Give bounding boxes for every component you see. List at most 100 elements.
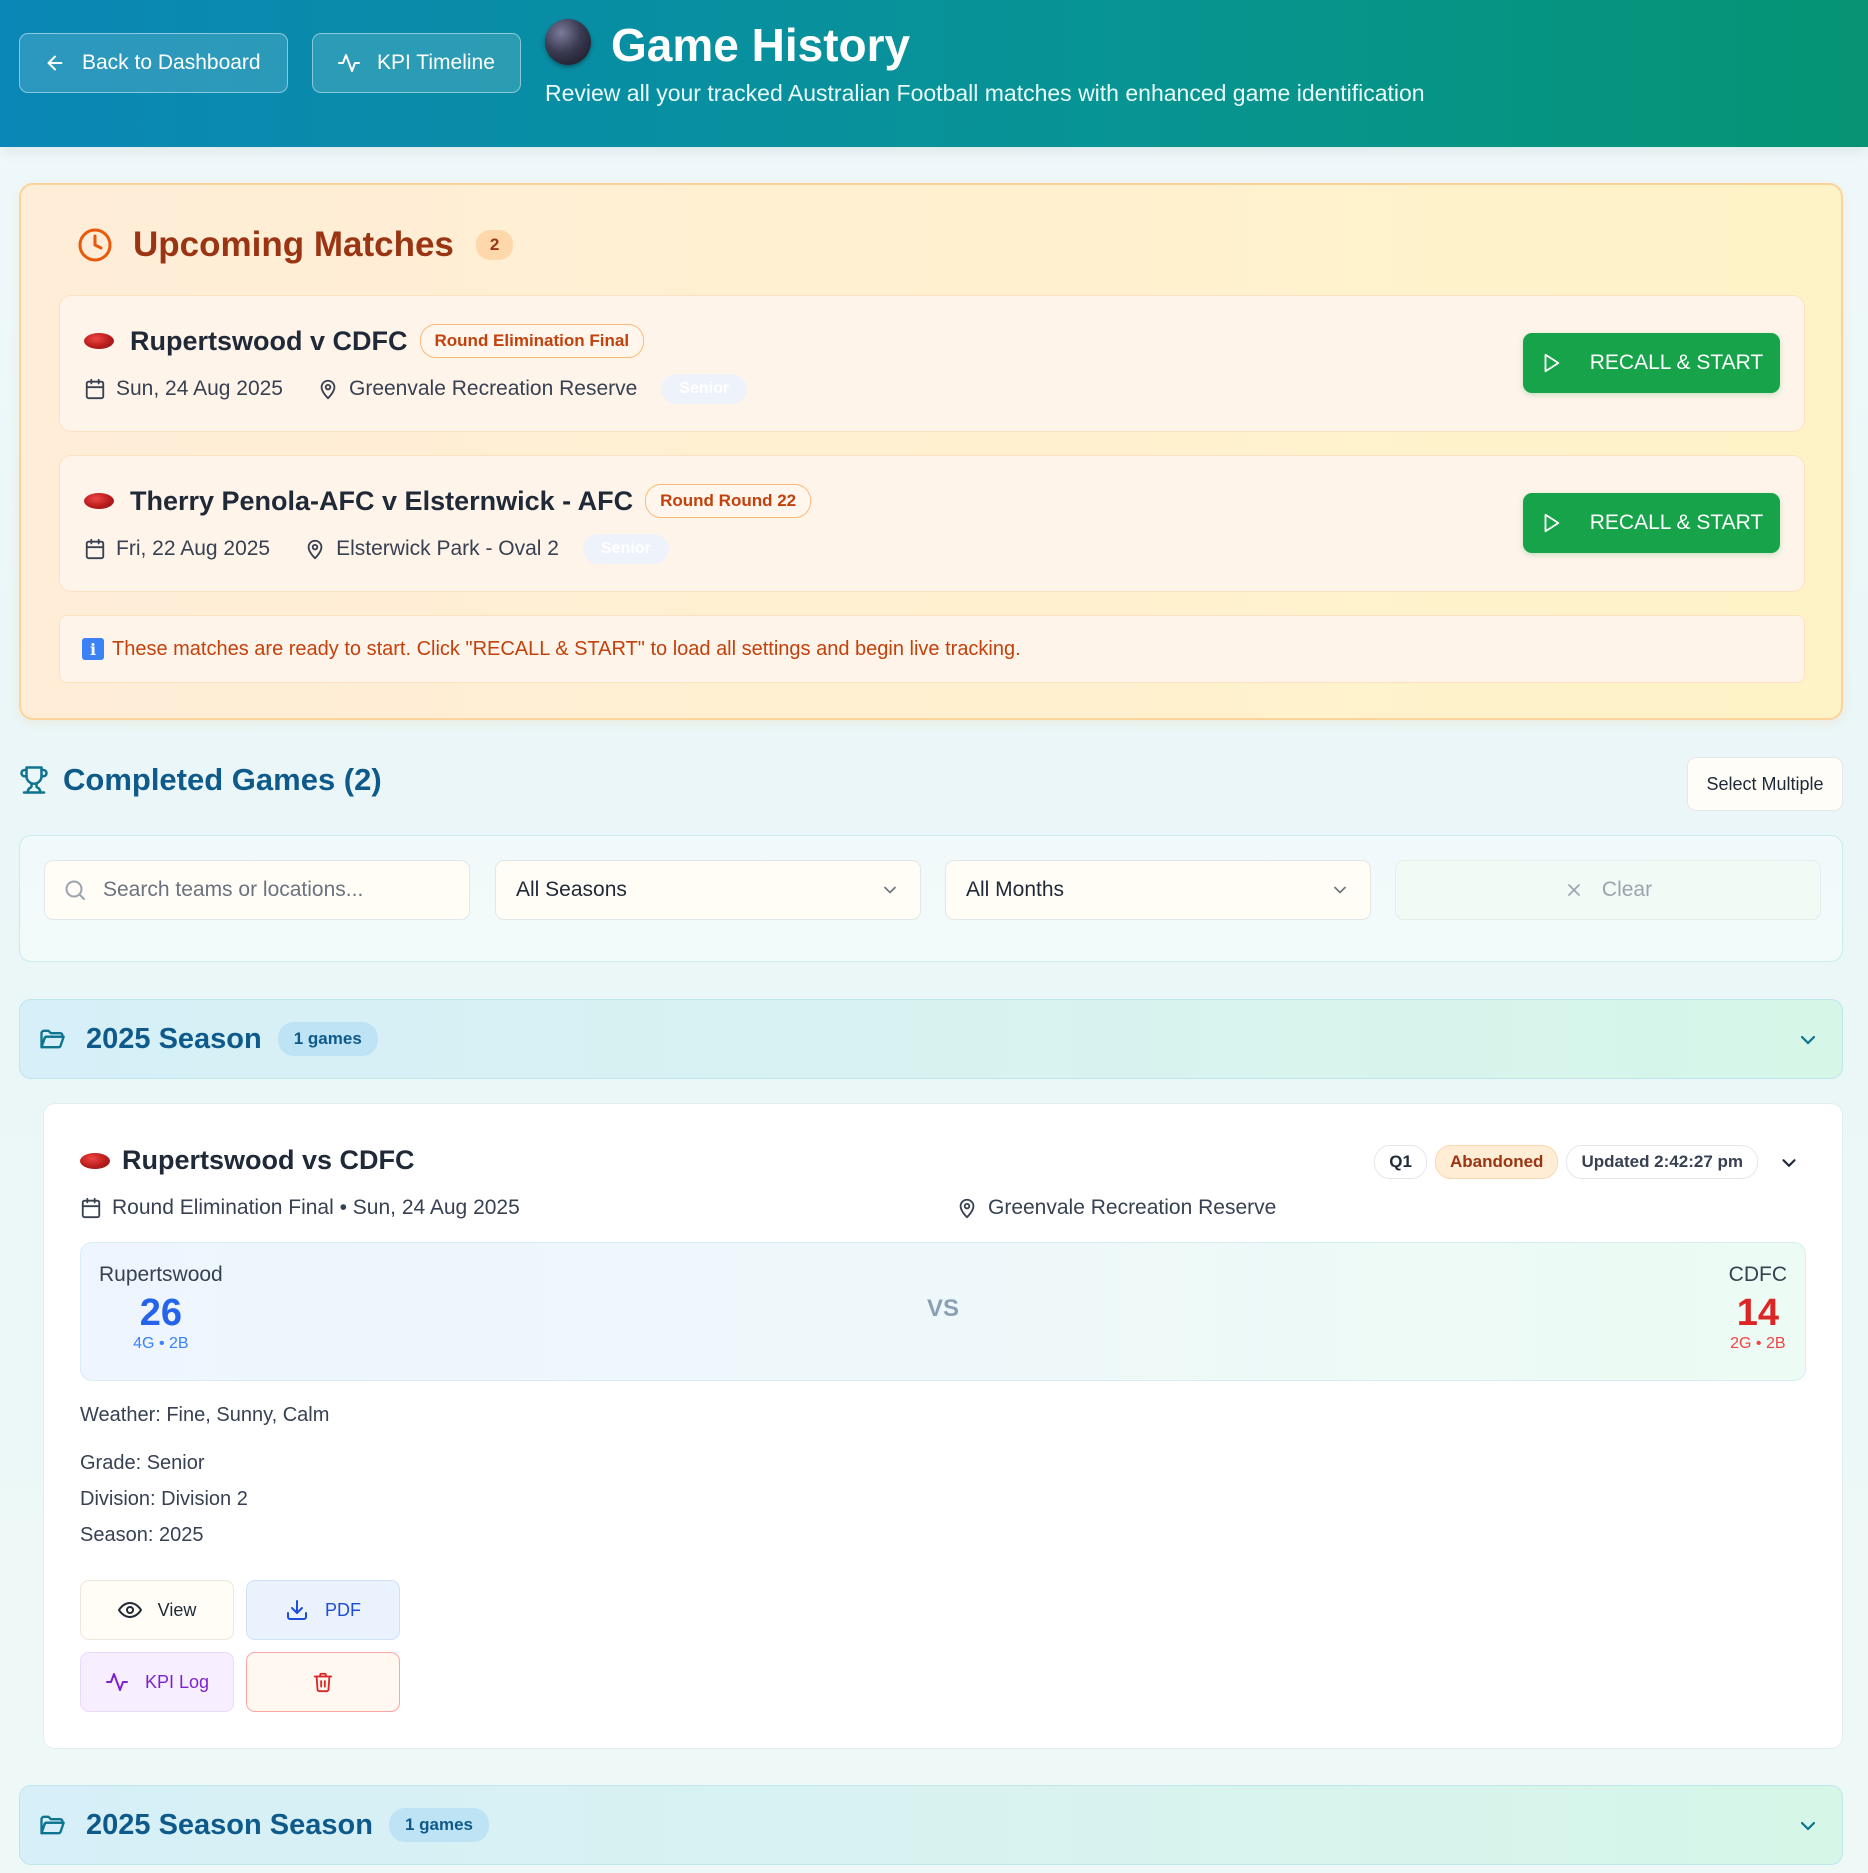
clock-icon <box>77 227 113 263</box>
grade-badge: Senior <box>661 374 748 404</box>
calendar-icon <box>84 378 106 400</box>
round-badge: Round Elimination Final <box>419 324 645 358</box>
match-venue: Greenvale Recreation Reserve <box>349 377 638 400</box>
weather-info: Weather: Fine, Sunny, Calm <box>80 1404 330 1426</box>
away-breakdown: 2G • 2B <box>1730 1335 1786 1352</box>
page-subtitle: Review all your tracked Australian Footb… <box>545 80 1425 106</box>
activity-icon <box>105 1670 129 1694</box>
trophy-icon <box>19 765 49 795</box>
recall-start-button[interactable]: RECALL & START <box>1523 493 1780 553</box>
view-label: View <box>157 1599 197 1620</box>
upcoming-match-card: Therry Penola-AFC v Elsternwick - AFC Ro… <box>59 455 1805 592</box>
home-breakdown: 4G • 2B <box>133 1335 189 1352</box>
download-icon <box>285 1598 309 1622</box>
football-icon <box>80 1152 110 1169</box>
month-select-value: All Months <box>966 878 1065 901</box>
kpi-timeline-label: KPI Timeline <box>377 51 495 74</box>
search-input[interactable]: Search teams or locations... <box>44 860 470 920</box>
away-team: CDFC 14 2G • 2B <box>1729 1263 1787 1353</box>
map-pin-icon <box>304 538 326 560</box>
select-multiple-button[interactable]: Select Multiple <box>1687 757 1843 811</box>
season-info: Season: 2025 <box>80 1524 204 1546</box>
play-icon <box>1540 352 1562 374</box>
calendar-icon <box>80 1197 102 1219</box>
back-to-dashboard-label: Back to Dashboard <box>82 51 261 74</box>
recall-start-button[interactable]: RECALL & START <box>1523 333 1780 393</box>
updated-badge: Updated 2:42:27 pm <box>1566 1145 1758 1179</box>
match-date: Sun, 24 Aug 2025 <box>116 377 283 400</box>
match-title: Therry Penola-AFC v Elsternwick - AFC <box>130 485 634 516</box>
completed-games-heading: Completed Games (2) <box>19 762 382 798</box>
recall-start-label: RECALL & START <box>1589 351 1764 374</box>
season-select[interactable]: All Seasons <box>495 860 921 920</box>
month-select[interactable]: All Months <box>945 860 1371 920</box>
recall-start-label: RECALL & START <box>1589 511 1764 534</box>
match-title: Rupertswood v CDFC <box>130 325 408 356</box>
filter-panel: Search teams or locations... All Seasons… <box>19 835 1843 962</box>
season-title: 2025 Season Season <box>86 1808 373 1841</box>
upcoming-matches-title: Upcoming Matches <box>133 225 454 264</box>
football-icon <box>84 333 114 349</box>
chevron-down-icon[interactable] <box>1778 1152 1800 1174</box>
season-title: 2025 Season <box>86 1022 262 1055</box>
chevron-down-icon[interactable] <box>1796 1814 1820 1838</box>
calendar-icon <box>84 538 106 560</box>
map-pin-icon <box>956 1197 978 1219</box>
upcoming-matches-panel: Upcoming Matches 2 Rupertswood v CDFC Ro… <box>19 183 1843 720</box>
season-select-value: All Seasons <box>516 878 627 901</box>
kpi-log-label: KPI Log <box>144 1671 210 1692</box>
eye-icon <box>117 1598 142 1622</box>
page-title: Game History <box>611 19 911 71</box>
home-team-name: Rupertswood <box>99 1263 223 1286</box>
info-icon: i <box>82 638 104 660</box>
arrow-left-icon <box>44 52 66 74</box>
clear-label: Clear <box>1601 878 1653 901</box>
football-icon <box>84 493 114 509</box>
pdf-button[interactable]: PDF <box>246 1580 400 1640</box>
play-icon <box>1540 512 1562 534</box>
match-date: Fri, 22 Aug 2025 <box>116 537 271 560</box>
upcoming-matches-heading: Upcoming Matches 2 <box>77 225 514 265</box>
page-header: Back to Dashboard KPI Timeline Game Hist… <box>0 0 1868 147</box>
map-pin-icon <box>317 378 339 400</box>
delete-button[interactable] <box>246 1652 400 1712</box>
chevron-down-icon <box>1330 880 1350 900</box>
game-meta: Round Elimination Final • Sun, 24 Aug 20… <box>112 1196 520 1219</box>
round-badge: Round Round 22 <box>645 484 812 518</box>
upcoming-info-message: i These matches are ready to start. Clic… <box>59 615 1805 683</box>
search-icon <box>63 878 87 902</box>
game-card: Rupertswood vs CDFC Q1 Abandoned Updated… <box>43 1103 1843 1749</box>
upcoming-count-badge: 2 <box>475 230 514 260</box>
chevron-down-icon[interactable] <box>1796 1028 1820 1052</box>
back-to-dashboard-button[interactable]: Back to Dashboard <box>19 33 288 93</box>
activity-icon <box>337 51 361 75</box>
completed-games-title: Completed Games (2) <box>63 762 382 797</box>
vs-label: VS <box>926 1295 959 1322</box>
season-group-header[interactable]: 2025 Season 1 games <box>19 999 1843 1079</box>
folder-icon <box>38 1025 66 1053</box>
division-info: Division: Division 2 <box>80 1488 248 1510</box>
grade-badge: Senior <box>583 534 669 564</box>
kpi-timeline-button[interactable]: KPI Timeline <box>312 33 521 93</box>
info-text: These matches are ready to start. Click … <box>112 637 1021 660</box>
clear-filters-button[interactable]: Clear <box>1395 860 1821 920</box>
game-title: Rupertswood vs CDFC <box>122 1145 415 1175</box>
match-venue: Elsterwick Park - Oval 2 <box>336 537 559 560</box>
chevron-down-icon <box>880 880 900 900</box>
game-venue: Greenvale Recreation Reserve <box>988 1196 1277 1219</box>
trash-icon <box>312 1671 334 1693</box>
games-count-badge: 1 games <box>388 1808 489 1842</box>
view-button[interactable]: View <box>80 1580 234 1640</box>
status-badge: Abandoned <box>1434 1145 1559 1179</box>
upcoming-match-card: Rupertswood v CDFC Round Elimination Fin… <box>59 295 1805 432</box>
x-icon <box>1564 880 1584 900</box>
scoreboard: Rupertswood 26 4G • 2B VS CDFC 14 2G • 2… <box>80 1242 1806 1381</box>
pdf-label: PDF <box>325 1599 361 1620</box>
kpi-log-button[interactable]: KPI Log <box>80 1652 234 1712</box>
app-logo <box>545 19 591 65</box>
grade-info: Grade: Senior <box>80 1452 205 1474</box>
away-team-name: CDFC <box>1728 1263 1787 1286</box>
away-score: 14 <box>1736 1292 1779 1334</box>
games-count-badge: 1 games <box>277 1022 378 1056</box>
season-group-header[interactable]: 2025 Season Season 1 games <box>19 1785 1843 1865</box>
